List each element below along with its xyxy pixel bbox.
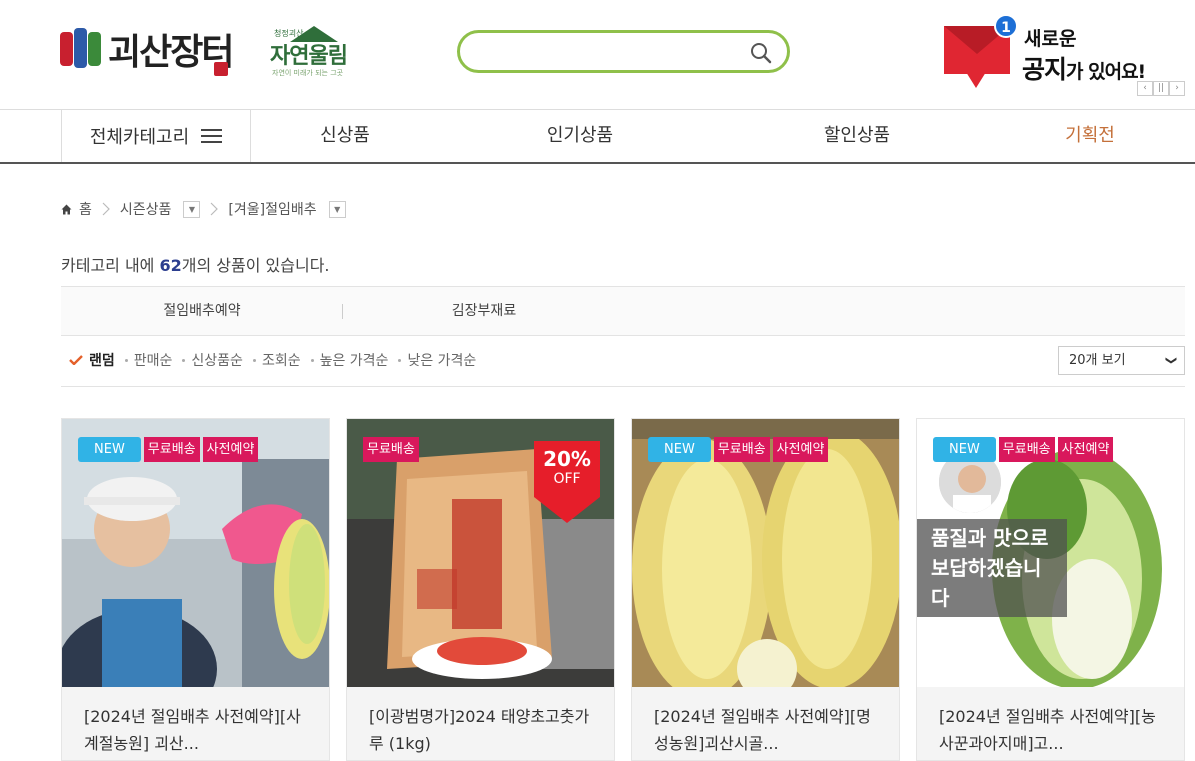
subcategory-kimchi-ingredients[interactable]: 김장부재료 <box>343 287 625 335</box>
search-box <box>457 30 790 73</box>
partner-logo-tagline: 자연이 미래가 되는 그곳 <box>272 69 344 77</box>
view-count-select[interactable]: 20개 보기 ❯ <box>1058 346 1185 375</box>
badge-new: NEW <box>648 437 711 462</box>
subcategory-pickled-cabbage[interactable]: 절임배추예약 <box>61 287 343 335</box>
notice-line1: 새로운 <box>1024 28 1077 50</box>
notice-next-button[interactable]: › <box>1169 81 1185 96</box>
notice-prev-button[interactable]: ‹ <box>1137 81 1153 96</box>
hamburger-icon <box>201 129 223 143</box>
sort-options: 랜덤 판매순 신상품순 조회순 높은 가격순 낮은 가격순 <box>69 350 486 370</box>
breadcrumb-level2[interactable]: [겨울]절임배추 <box>228 199 316 219</box>
sort-views[interactable]: 조회순 <box>252 350 301 370</box>
all-categories-label: 전체카테고리 <box>89 127 190 148</box>
product-card[interactable]: 무료배송 20% OFF [이광범명가]2024 태양초고춧가루 (1kg) <box>346 418 615 761</box>
badge-preorder: 사전예약 <box>202 437 259 462</box>
sort-price-high[interactable]: 높은 가격순 <box>310 350 389 370</box>
logo-mark-icon <box>60 26 102 72</box>
badge-free-shipping: 무료배송 <box>143 437 200 462</box>
notice-controls: ‹ || › <box>1137 81 1185 96</box>
product-badges: NEW 무료배송 사전예약 <box>78 437 259 462</box>
badge-free-shipping: 무료배송 <box>713 437 770 462</box>
search-input[interactable] <box>478 41 738 63</box>
nav-item-special[interactable]: 기획전 <box>1045 110 1135 162</box>
partner-logo-title: 자연울림 <box>270 44 348 69</box>
breadcrumb-home[interactable]: 홈 <box>79 199 92 219</box>
product-badges: NEW 무료배송 사전예약 <box>648 437 829 462</box>
sort-random-label: 랜덤 <box>89 353 115 369</box>
sort-newest-label: 신상품순 <box>191 353 243 369</box>
check-icon <box>69 355 83 365</box>
product-count-text: 카테고리 내에 62개의 상품이 있습니다. <box>61 252 330 276</box>
notice-line2: 공지가 있어요! <box>1022 50 1146 86</box>
notice-pause-button[interactable]: || <box>1153 81 1169 96</box>
product-count: 62 <box>159 256 182 275</box>
sort-newest[interactable]: 신상품순 <box>182 350 243 370</box>
breadcrumb-level1-dropdown-icon[interactable]: ▼ <box>183 200 201 218</box>
sort-random[interactable]: 랜덤 <box>69 350 115 370</box>
discount-badge: 20% OFF <box>534 441 600 525</box>
badge-free-shipping: 무료배송 <box>998 437 1055 462</box>
badge-new: NEW <box>78 437 141 462</box>
product-name[interactable]: [이광범명가]2024 태양초고춧가루 (1kg) <box>369 703 599 757</box>
all-categories-button[interactable]: 전체카테고리 <box>61 110 251 162</box>
sort-sales-label: 판매순 <box>133 353 173 369</box>
logo-seal-icon <box>214 62 229 76</box>
notice-banner[interactable]: 1 새로운 공지가 있어요! ‹ || › <box>940 14 1190 96</box>
product-card[interactable]: NEW 무료배송 사전예약 [2024년 절임배추 사전예약][명성농원]괴산시… <box>631 418 900 761</box>
breadcrumb-level1[interactable]: 시즌상품 <box>120 199 172 219</box>
notice-line2-big: 공지 <box>1022 55 1067 84</box>
product-name[interactable]: [2024년 절임배추 사전예약][사계절농원] 괴산... <box>84 703 314 757</box>
chevron-right-icon <box>210 202 219 216</box>
nav-item-new[interactable]: 신상품 <box>300 110 390 162</box>
notice-count-badge: 1 <box>994 14 1018 38</box>
product-card[interactable]: NEW 무료배송 사전예약 [2024년 절임배추 사전예약][사계절농원] 괴… <box>61 418 330 761</box>
discount-off-label: OFF <box>553 471 581 487</box>
sort-price-low-label: 낮은 가격순 <box>407 353 477 369</box>
product-grid: NEW 무료배송 사전예약 [2024년 절임배추 사전예약][사계절농원] 괴… <box>61 418 1185 761</box>
chevron-right-icon <box>102 202 110 216</box>
sort-sales[interactable]: 판매순 <box>124 350 173 370</box>
sort-price-high-label: 높은 가격순 <box>319 353 389 369</box>
nav-item-popular[interactable]: 인기상품 <box>535 110 625 162</box>
count-prefix: 카테고리 내에 <box>61 256 160 275</box>
product-promo-overlay: 품질과 맛으로 보답하겠습니다 <box>917 519 1067 617</box>
breadcrumb: 홈 시즌상품 ▼ [겨울]절임배추 ▼ <box>61 199 346 219</box>
badge-preorder: 사전예약 <box>1057 437 1114 462</box>
main-nav: 전체카테고리 신상품 인기상품 할인상품 기획전 <box>0 110 1195 164</box>
chevron-down-icon: ❯ <box>1164 355 1178 366</box>
breadcrumb-level2-dropdown-icon[interactable]: ▼ <box>328 200 346 218</box>
view-count-value: 20개 보기 <box>1069 353 1126 368</box>
home-icon[interactable] <box>61 204 72 215</box>
product-name[interactable]: [2024년 절임배추 사전예약][명성농원]괴산시골... <box>654 703 884 757</box>
sort-price-low[interactable]: 낮은 가격순 <box>398 350 476 370</box>
sort-views-label: 조회순 <box>261 353 301 369</box>
site-logo[interactable]: 괴산장터 <box>60 22 234 76</box>
product-name[interactable]: [2024년 절임배추 사전예약][농사꾼과아지매]고... <box>939 703 1169 757</box>
sort-bar: 랜덤 판매순 신상품순 조회순 높은 가격순 낮은 가격순 20개 보기 ❯ <box>61 336 1185 387</box>
badge-preorder: 사전예약 <box>772 437 829 462</box>
partner-logo[interactable]: 청정괴산 자연울림 자연이 미래가 되는 그곳 <box>270 26 360 77</box>
product-badges: 무료배송 <box>363 437 419 462</box>
product-card[interactable]: NEW 무료배송 사전예약 품질과 맛으로 보답하겠습니다 [2024년 절임배… <box>916 418 1185 761</box>
badge-new: NEW <box>933 437 996 462</box>
notice-line2-small: 가 있어요! <box>1066 61 1146 83</box>
subcategory-bar: 절임배추예약 김장부재료 <box>61 286 1185 336</box>
nav-item-sale[interactable]: 할인상품 <box>812 110 902 162</box>
search-icon[interactable] <box>749 41 773 65</box>
product-badges: NEW 무료배송 사전예약 <box>933 437 1114 462</box>
badge-free-shipping: 무료배송 <box>363 437 419 462</box>
site-header: 괴산장터 청정괴산 자연울림 자연이 미래가 되는 그곳 1 새로운 공지가 있… <box>0 0 1195 110</box>
count-suffix: 개의 상품이 있습니다. <box>181 256 330 275</box>
discount-percent: 20% <box>543 447 591 471</box>
